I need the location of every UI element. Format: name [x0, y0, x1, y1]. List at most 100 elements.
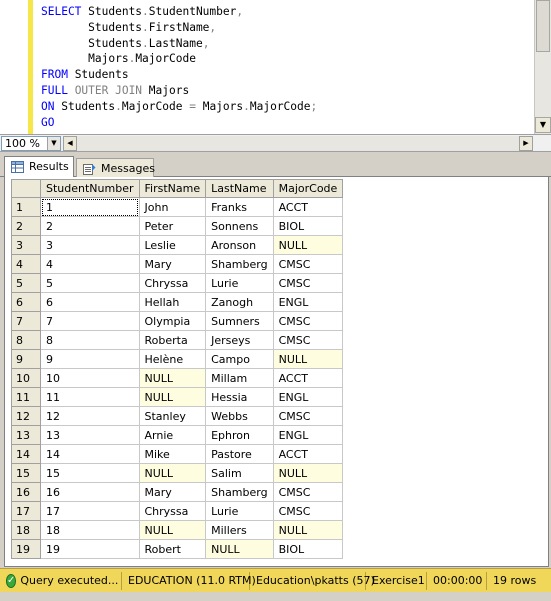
code-line[interactable]: ON Students.MajorCode = Majors.MajorCode… [41, 99, 317, 115]
grid-cell[interactable]: ACCT [272, 197, 344, 217]
grid-cell[interactable]: 8 [40, 330, 140, 350]
grid-cell[interactable]: 7 [40, 311, 140, 331]
grid-cell[interactable]: 17 [40, 501, 140, 521]
row-number-cell[interactable]: 19 [11, 539, 41, 559]
row-number-cell[interactable]: 13 [11, 425, 41, 445]
row-number-cell[interactable]: 4 [11, 254, 41, 274]
grid-cell[interactable]: Leslie [138, 235, 207, 255]
grid-cell[interactable]: 16 [40, 482, 140, 502]
row-number-cell[interactable]: 5 [11, 273, 41, 293]
grid-cell[interactable]: NULL [138, 463, 207, 483]
table-row[interactable]: 5 5 Chryssa Lurie CMSC [11, 273, 344, 293]
grid-cell[interactable]: CMSC [272, 273, 344, 293]
code-line[interactable]: FULL OUTER JOIN Majors [41, 83, 317, 99]
query-editor[interactable]: SELECT Students.StudentNumber, Students.… [0, 0, 551, 135]
code-line[interactable]: Students.LastName, [41, 36, 317, 52]
grid-cell[interactable]: Salim [205, 463, 274, 483]
row-number-cell[interactable]: 15 [11, 463, 41, 483]
editor-vertical-scrollbar[interactable]: ▼ [534, 0, 551, 134]
table-row[interactable]: 11 11 NULL Hessia ENGL [11, 387, 344, 407]
tab-results[interactable]: Results [4, 156, 74, 177]
table-row[interactable]: 18 18 NULL Millers NULL [11, 520, 344, 540]
table-row[interactable]: 2 2 Peter Sonnens BIOL [11, 216, 344, 236]
grid-cell[interactable]: CMSC [272, 482, 344, 502]
grid-cell[interactable]: Jerseys [205, 330, 274, 350]
results-grid[interactable]: StudentNumber FirstName LastName MajorCo… [11, 179, 344, 559]
row-number-cell[interactable]: 10 [11, 368, 41, 388]
grid-cell[interactable]: 11 [40, 387, 140, 407]
grid-cell[interactable]: CMSC [272, 311, 344, 331]
row-number-cell[interactable]: 1 [11, 197, 41, 217]
grid-cell[interactable]: ENGL [272, 425, 344, 445]
grid-cell[interactable]: Roberta [138, 330, 207, 350]
code-line[interactable]: Majors.MajorCode [41, 51, 317, 67]
table-row[interactable]: 4 4 Mary Shamberg CMSC [11, 254, 344, 274]
code-line[interactable]: FROM Students [41, 67, 317, 83]
grid-cell[interactable]: 14 [40, 444, 140, 464]
code-line[interactable]: Students.FirstName, [41, 20, 317, 36]
grid-cell[interactable]: 6 [40, 292, 140, 312]
grid-cell[interactable]: Hessia [205, 387, 274, 407]
grid-cell[interactable]: 9 [40, 349, 140, 369]
grid-cell[interactable]: Mary [138, 482, 207, 502]
table-row[interactable]: 17 17 Chryssa Lurie CMSC [11, 501, 344, 521]
grid-cell[interactable]: Aronson [205, 235, 274, 255]
grid-cell[interactable]: Sumners [205, 311, 274, 331]
table-row[interactable]: 13 13 Arnie Ephron ENGL [11, 425, 344, 445]
grid-cell[interactable]: Chryssa [138, 273, 207, 293]
grid-cell[interactable]: Lurie [205, 501, 274, 521]
grid-cell[interactable]: Mary [138, 254, 207, 274]
grid-cell[interactable]: BIOL [272, 216, 344, 236]
grid-cell[interactable]: 2 [40, 216, 140, 236]
grid-cell[interactable]: Shamberg [205, 482, 274, 502]
grid-cell[interactable]: 5 [40, 273, 140, 293]
grid-cell[interactable]: Hellah [138, 292, 207, 312]
row-number-cell[interactable]: 8 [11, 330, 41, 350]
grid-cell[interactable]: Stanley [138, 406, 207, 426]
grid-cell[interactable]: 15 [40, 463, 140, 483]
table-row[interactable]: 15 15 NULL Salim NULL [11, 463, 344, 483]
grid-cell[interactable]: Olympia [138, 311, 207, 331]
row-number-cell[interactable]: 9 [11, 349, 41, 369]
grid-cell[interactable]: Zanogh [205, 292, 274, 312]
grid-cell[interactable]: ENGL [272, 387, 344, 407]
grid-cell[interactable]: Mike [138, 444, 207, 464]
column-header[interactable]: FirstName [138, 179, 207, 198]
grid-cell[interactable]: NULL [272, 235, 344, 255]
column-header[interactable]: StudentNumber [40, 179, 140, 198]
code-line[interactable]: GO [41, 115, 317, 131]
scroll-left-arrow-icon[interactable]: ◀ [63, 136, 77, 151]
zoom-select[interactable]: 100 % ▼ [1, 136, 61, 151]
grid-cell[interactable]: 1 [40, 197, 140, 217]
tab-messages[interactable]: Messages [76, 158, 155, 177]
table-row[interactable]: 8 8 Roberta Jerseys CMSC [11, 330, 344, 350]
column-header[interactable]: MajorCode [272, 179, 344, 198]
grid-cell[interactable]: 18 [40, 520, 140, 540]
grid-cell[interactable]: Millers [205, 520, 274, 540]
grid-cell[interactable]: 13 [40, 425, 140, 445]
grid-cell[interactable]: Campo [205, 349, 274, 369]
editor-horizontal-scrollbar[interactable]: ◀ ▶ [63, 136, 533, 151]
scrollbar-thumb[interactable] [536, 0, 550, 52]
grid-cell[interactable]: NULL [272, 463, 344, 483]
grid-cell[interactable]: NULL [272, 349, 344, 369]
grid-cell[interactable]: ACCT [272, 368, 344, 388]
grid-cell[interactable]: ACCT [272, 444, 344, 464]
row-number-cell[interactable]: 17 [11, 501, 41, 521]
table-row[interactable]: 7 7 Olympia Sumners CMSC [11, 311, 344, 331]
row-number-cell[interactable]: 16 [11, 482, 41, 502]
grid-cell[interactable]: 19 [40, 539, 140, 559]
sql-code[interactable]: SELECT Students.StudentNumber, Students.… [41, 4, 317, 130]
grid-cell[interactable]: CMSC [272, 254, 344, 274]
grid-cell[interactable]: Peter [138, 216, 207, 236]
row-number-cell[interactable]: 6 [11, 292, 41, 312]
grid-cell[interactable]: Ephron [205, 425, 274, 445]
table-row[interactable]: 1 1 John Franks ACCT [11, 197, 344, 217]
grid-cell[interactable]: Shamberg [205, 254, 274, 274]
table-row[interactable]: 14 14 Mike Pastore ACCT [11, 444, 344, 464]
row-number-cell[interactable]: 18 [11, 520, 41, 540]
grid-cell[interactable]: Millam [205, 368, 274, 388]
table-row[interactable]: 12 12 Stanley Webbs CMSC [11, 406, 344, 426]
grid-cell[interactable]: Arnie [138, 425, 207, 445]
grid-cell[interactable]: 10 [40, 368, 140, 388]
